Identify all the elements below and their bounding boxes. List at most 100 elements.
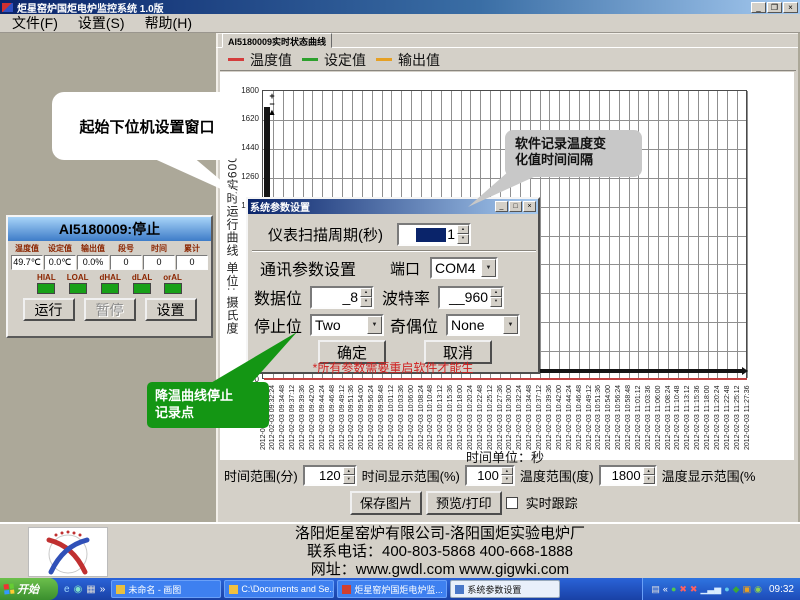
x-tick-label: 2012-02-03 10:10:48 bbox=[427, 385, 435, 450]
tray-chevron[interactable]: « bbox=[663, 584, 668, 594]
time-display-spinner[interactable]: 100 ▲ ▼ bbox=[464, 464, 515, 486]
spin-up-icon[interactable]: ▲ bbox=[342, 466, 355, 475]
spin-up-icon[interactable]: ▲ bbox=[490, 287, 503, 297]
time-display-value: 100 bbox=[477, 467, 499, 483]
status-field: 时间 0 bbox=[143, 243, 175, 270]
signal-strength-icon[interactable]: ▁▃▅ bbox=[700, 584, 721, 594]
app-icon bbox=[342, 584, 352, 594]
stop-bits-select[interactable]: Two ▼ bbox=[310, 314, 385, 336]
x-tick-label: 2012-02-03 11:10:48 bbox=[674, 385, 682, 450]
restore-icon[interactable]: ❐ bbox=[767, 1, 782, 13]
overflow-chevron[interactable]: » bbox=[100, 584, 106, 595]
dialog-minimize-icon[interactable]: _ bbox=[495, 201, 508, 212]
spin-down-icon[interactable]: ▼ bbox=[457, 234, 469, 244]
callout-text: 起始下位机设置窗口 bbox=[79, 118, 215, 136]
y-tick-label: 1260 bbox=[241, 172, 259, 182]
x-tick-label: 2012-02-03 11:08:24 bbox=[664, 385, 672, 450]
spin-down-icon[interactable]: ▼ bbox=[642, 475, 655, 484]
spin-down-icon[interactable]: ▼ bbox=[490, 297, 503, 307]
data-bits-spinner[interactable]: _8 ▲ ▼ bbox=[310, 285, 375, 309]
y-tick-label: 1800 bbox=[241, 85, 259, 95]
data-bits-label: 数据位 bbox=[254, 291, 303, 308]
messenger-status-icon[interactable]: ● bbox=[724, 584, 729, 594]
x-tick-label: 2012-02-03 10:03:36 bbox=[397, 385, 405, 450]
network-offline-icon[interactable]: ✖ bbox=[690, 584, 698, 594]
task-button-inactive[interactable]: 炬星窑炉国炬电炉监... bbox=[337, 580, 448, 598]
restart-note: *所有参数需要重启软件才能生 bbox=[312, 361, 474, 375]
parity-select[interactable]: None ▼ bbox=[446, 314, 521, 336]
spin-up-icon[interactable]: ▲ bbox=[500, 466, 513, 475]
task-button-inactive[interactable]: C:\Documents and Se... bbox=[224, 580, 335, 598]
messenger-icon[interactable]: ◉ bbox=[74, 584, 83, 595]
scan-period-label: 仪表扫描周期(秒) bbox=[268, 226, 383, 244]
parity-label: 奇偶位 bbox=[390, 319, 439, 336]
task-label: 炬星窑炉国炬电炉监... bbox=[354, 584, 443, 595]
scan-period-spinner[interactable]: 1 ▲ ▼ bbox=[397, 222, 471, 246]
task-label: C:\Documents and Se... bbox=[241, 584, 335, 594]
spin-down-icon[interactable]: ▼ bbox=[500, 475, 513, 484]
time-range-spinner[interactable]: 120 ▲ ▼ bbox=[302, 464, 357, 486]
minimize-icon[interactable]: _ bbox=[751, 1, 766, 13]
audio-muted-icon[interactable]: ✖ bbox=[679, 584, 687, 594]
menu-help[interactable]: 帮助(H) bbox=[145, 13, 192, 33]
x-tick-label: 2012-02-03 11:03:36 bbox=[644, 385, 652, 450]
gridline-vertical bbox=[677, 91, 679, 378]
chevron-down-icon[interactable]: ▼ bbox=[367, 316, 383, 334]
spin-down-icon[interactable]: ▼ bbox=[360, 297, 373, 307]
x-tick-label: 2012-02-03 10:58:48 bbox=[625, 385, 632, 450]
chevron-down-icon[interactable]: ▼ bbox=[503, 316, 519, 334]
task-button-inactive[interactable]: 未命名 - 画图 bbox=[111, 580, 222, 598]
start-button[interactable]: 开始 bbox=[0, 578, 58, 600]
dialog-close-icon[interactable]: × bbox=[523, 201, 536, 212]
x-tick-label: 2012-02-03 11:18:00 bbox=[704, 385, 711, 450]
update-icon[interactable]: ◉ bbox=[754, 584, 762, 594]
x-tick-label: 2012-02-03 10:56:24 bbox=[615, 385, 623, 450]
shield-icon[interactable]: ◆ bbox=[733, 584, 740, 594]
status-field-label: 累计 bbox=[184, 244, 200, 253]
realtime-track-checkbox[interactable] bbox=[505, 496, 518, 509]
spin-up-icon[interactable]: ▲ bbox=[457, 224, 469, 234]
task-label: 系统参数设置 bbox=[467, 584, 522, 595]
tab-realtime-curve[interactable]: AI5180009实时状态曲线 bbox=[222, 33, 333, 48]
spin-up-icon[interactable]: ▲ bbox=[360, 287, 373, 297]
pause-button: 暂停 bbox=[83, 298, 136, 321]
folder-icon bbox=[229, 584, 239, 594]
callout-text: 软件记录温度变 bbox=[515, 136, 607, 151]
task-button-active[interactable]: 系统参数设置 bbox=[450, 580, 561, 598]
baud-rate-spinner[interactable]: __960 ▲ ▼ bbox=[438, 285, 505, 309]
run-button[interactable]: 运行 bbox=[22, 298, 75, 321]
callout-text: 降温曲线停止 bbox=[155, 388, 234, 403]
spin-down-icon[interactable]: ▼ bbox=[342, 475, 355, 484]
x-tick-label: 2012-02-03 10:39:36 bbox=[545, 385, 553, 450]
language-bar-icon[interactable]: ▤ bbox=[651, 584, 660, 594]
x-tick-label: 2012-02-03 09:54:00 bbox=[358, 385, 366, 450]
green-status-icon[interactable]: ● bbox=[671, 584, 676, 594]
temp-range-value: 1800 bbox=[611, 467, 641, 483]
dialog-title-bar[interactable]: 系统参数设置 _ □ × bbox=[248, 199, 538, 214]
status-field-label: 温度值 bbox=[15, 244, 39, 253]
menu-file[interactable]: 文件(F) bbox=[12, 13, 58, 33]
settings-button[interactable]: 设置 bbox=[144, 298, 197, 321]
ie-icon[interactable]: e bbox=[64, 584, 70, 595]
alarm-led-icon bbox=[163, 283, 182, 294]
gridline-vertical bbox=[717, 91, 719, 378]
desktop-icon[interactable]: ▦ bbox=[86, 584, 95, 595]
chevron-down-icon[interactable]: ▼ bbox=[481, 259, 497, 277]
time-range-label: 时间范围(分) bbox=[224, 468, 298, 484]
x-tick-label: 2012-02-03 11:25:12 bbox=[733, 385, 741, 450]
comm-params-label: 通讯参数设置 bbox=[260, 262, 357, 279]
close-icon[interactable]: × bbox=[783, 1, 798, 13]
menu-settings[interactable]: 设置(S) bbox=[78, 13, 125, 33]
alarm-indicator-orAL: orAL bbox=[163, 273, 182, 294]
save-image-button[interactable]: 保存图片 bbox=[350, 490, 423, 515]
spin-up-icon[interactable]: ▲ bbox=[642, 466, 655, 475]
dialog-maximize-icon[interactable]: □ bbox=[509, 201, 522, 212]
scheduler-icon[interactable]: ▣ bbox=[743, 584, 752, 594]
status-field: 累计 0 bbox=[176, 243, 208, 270]
curve-start-markers: + − ▲ bbox=[267, 91, 277, 117]
preview-print-button[interactable]: 预览/打印 bbox=[426, 490, 502, 515]
status-field-value: 0 bbox=[143, 255, 175, 270]
temp-range-spinner[interactable]: 1800 ▲ ▼ bbox=[598, 464, 657, 486]
status-field: 设定值 0.0℃ bbox=[44, 243, 76, 270]
port-select[interactable]: COM4 ▼ bbox=[430, 257, 499, 279]
